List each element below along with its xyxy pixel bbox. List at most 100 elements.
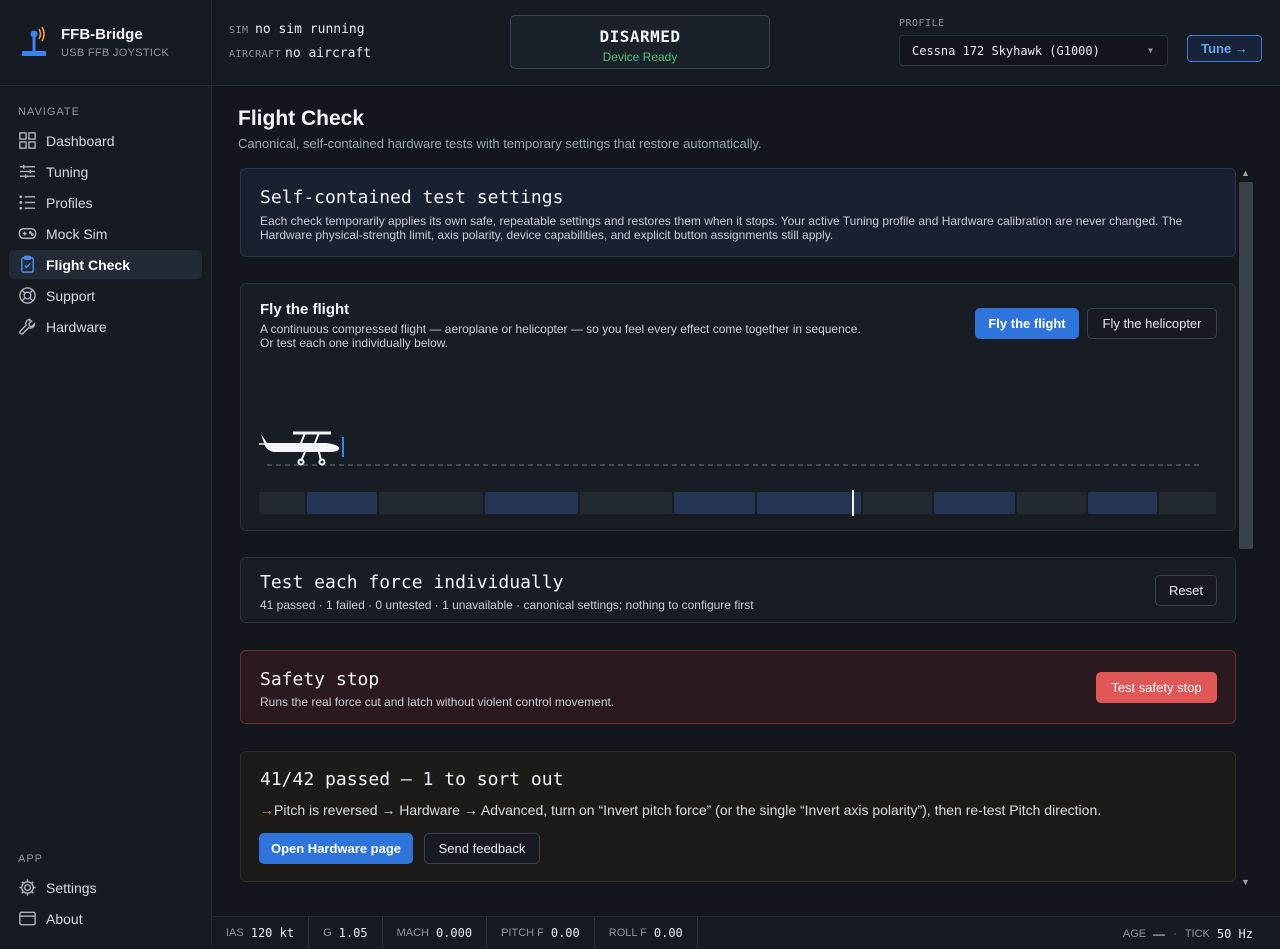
scrollbar[interactable]: ▲ ▼ (1238, 167, 1254, 890)
sidebar-item-dashboard[interactable]: Dashboard (9, 126, 202, 155)
sidebar-item-tuning[interactable]: Tuning (9, 157, 202, 186)
timeline-segment (863, 492, 932, 514)
sidebar-item-label: Support (46, 287, 96, 304)
sliders-icon (19, 164, 36, 179)
profile-label: PROFILE (899, 18, 945, 29)
window-icon (19, 911, 36, 926)
sidebar-item-settings[interactable]: Settings (9, 873, 202, 902)
gamepad-icon (18, 228, 37, 239)
timeline-segment (1159, 492, 1216, 514)
arm-status: DISARMED (599, 27, 681, 46)
reset-button[interactable]: Reset (1155, 575, 1217, 606)
timeline-segment (259, 492, 305, 514)
timeline-segment (757, 492, 861, 514)
sidebar-item-label: Mock Sim (46, 225, 108, 242)
page-subtitle: Canonical, self-contained hardware tests… (238, 136, 762, 151)
results-summary-card: 41/42 passed — 1 to sort out →Pitch is r… (240, 751, 1236, 882)
fly-flight-button[interactable]: Fly the flight (975, 308, 1079, 339)
timeline-segment (485, 492, 578, 514)
sidebar-item-label: Dashboard (46, 132, 115, 149)
gear-icon (19, 879, 36, 896)
sim-value: no sim running (255, 22, 365, 37)
scroll-thumb[interactable] (1239, 182, 1253, 549)
test-summary: 41 passed · 1 failed · 0 untested · 1 un… (260, 598, 754, 612)
sidebar-item-flight-check[interactable]: Flight Check (9, 250, 202, 279)
arm-status-box: DISARMED Device Ready (510, 15, 770, 69)
top-bar: SIM no sim running AIRCRAFT no aircraft … (212, 0, 1280, 86)
nav-heading: NAVIGATE (18, 106, 80, 118)
send-feedback-button[interactable]: Send feedback (424, 833, 540, 864)
fix-hint: →Pitch is reversed → Hardware → Advanced… (260, 802, 1216, 818)
flight-scene (259, 431, 1202, 466)
brand-subtitle: USB FFB JOYSTICK (61, 47, 170, 59)
telemetry-key: ROLL F (608, 927, 647, 939)
app-nav-heading: APP (18, 853, 44, 865)
scroll-down-icon[interactable]: ▼ (1241, 877, 1250, 887)
sidebar-item-hardware[interactable]: Hardware (9, 312, 202, 341)
list-icon (19, 195, 36, 210)
scroll-up-icon[interactable]: ▲ (1241, 168, 1250, 178)
test-settings-card: Self-contained test settings Each check … (240, 168, 1236, 257)
tune-button[interactable]: Tune → (1187, 35, 1262, 62)
telemetry-bar: IAS 120 kt G 1.05 MACH 0.000 PITCH F 0.0… (212, 916, 1280, 949)
sidebar: FFB-Bridge USB FFB JOYSTICK NAVIGATE Das… (0, 0, 212, 949)
sidebar-item-label: Settings (46, 879, 97, 896)
telemetry-ias: IAS 120 kt (212, 916, 310, 949)
sim-status: SIM no sim running (229, 22, 365, 37)
timeline-segment (934, 492, 1015, 514)
telemetry-key: IAS (226, 927, 244, 939)
test-individually-card: Test each force individually 41 passed ·… (240, 557, 1236, 623)
telemetry-pitch-force: PITCH F 0.00 (487, 916, 595, 949)
results-title: 41/42 passed — 1 to sort out (260, 769, 564, 790)
flight-timeline[interactable] (259, 490, 1216, 516)
sidebar-item-label: Tuning (46, 163, 89, 180)
telemetry-value: 120 kt (250, 926, 295, 940)
sidebar-item-label: Profiles (46, 194, 93, 211)
telemetry-value: 1.05 (338, 926, 368, 940)
timeline-segment (674, 492, 755, 514)
safety-stop-title: Safety stop (260, 669, 380, 690)
test-safety-stop-button[interactable]: Test safety stop (1096, 672, 1217, 703)
main-content: Flight Check Canonical, self-contained h… (212, 86, 1280, 916)
fly-helicopter-button[interactable]: Fly the helicopter (1087, 308, 1217, 339)
timeline-segment (1017, 492, 1086, 514)
sidebar-item-mock-sim[interactable]: Mock Sim (9, 219, 202, 248)
sidebar-item-support[interactable]: Support (9, 281, 202, 310)
joystick-logo-icon (20, 26, 48, 60)
aircraft-key: AIRCRAFT (229, 49, 282, 60)
profile-select[interactable]: Cessna 172 Skyhawk (G1000) ▼ (899, 35, 1168, 66)
timeline-playhead[interactable] (852, 490, 854, 516)
timeline-segment (379, 492, 483, 514)
sidebar-item-profiles[interactable]: Profiles (9, 188, 202, 217)
timeline-segment (1088, 492, 1157, 514)
chevron-down-icon: ▼ (1148, 46, 1153, 55)
fly-the-flight-card: Fly the flight A continuous compressed f… (240, 283, 1236, 531)
open-hardware-button[interactable]: Open Hardware page (259, 833, 413, 864)
fix-hint-text: Pitch is reversed → Hardware → Advanced,… (274, 802, 1102, 818)
telemetry-right: AGE — · TICK 50 Hz (1123, 917, 1280, 949)
telemetry-value: 0.000 (435, 926, 473, 940)
sidebar-item-about[interactable]: About (9, 904, 202, 933)
airplane-icon (259, 431, 339, 466)
sidebar-item-label: About (46, 910, 83, 927)
safety-stop-card: Safety stop Runs the real force cut and … (240, 650, 1236, 724)
brand-title: FFB-Bridge (61, 26, 143, 43)
separator-dot: · (1173, 927, 1177, 940)
aircraft-value: no aircraft (285, 46, 372, 61)
test-settings-text: Each check temporarily applies its own s… (260, 214, 1183, 242)
timeline-segment (580, 492, 672, 514)
telemetry-key: MACH (396, 927, 429, 939)
age-key: AGE (1122, 927, 1147, 940)
telemetry-value: 0.00 (653, 926, 683, 940)
age-value: — (1153, 926, 1166, 941)
tick-key: TICK (1184, 927, 1210, 940)
telemetry-g: G 1.05 (309, 916, 383, 949)
arrow-icon: → (260, 802, 274, 818)
telemetry-value: 0.00 (550, 926, 580, 940)
sim-key: SIM (229, 25, 249, 36)
clipboard-check-icon (21, 255, 34, 273)
tick-value: 50 Hz (1216, 926, 1253, 941)
page-title: Flight Check (238, 107, 365, 130)
profile-value: Cessna 172 Skyhawk (G1000) (912, 43, 1100, 58)
telemetry-mach: MACH 0.000 (383, 916, 488, 949)
